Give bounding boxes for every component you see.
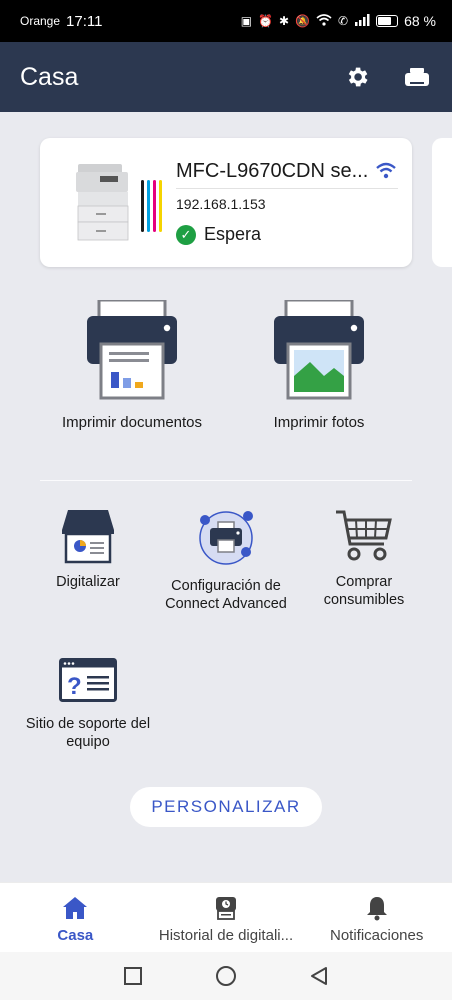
device-card[interactable]: MFC-L9670CDN se... 192.168.1.153 ✓ Esper…: [40, 138, 412, 267]
page-title: Casa: [20, 62, 79, 91]
support-site-button[interactable]: ? Sitio de soporte del equipo: [18, 658, 158, 751]
nav-item-notifications[interactable]: Notificaciones: [301, 883, 452, 952]
status-icons: ▣ ⏰ ✱ 🔕 ✆ 68 %: [241, 13, 436, 29]
support-site-icon: ?: [59, 658, 117, 702]
device-status-text: Espera: [204, 224, 262, 244]
recent-apps-icon[interactable]: [123, 966, 143, 986]
print-photos-label: Imprimir fotos: [273, 414, 365, 431]
gear-icon[interactable]: [342, 62, 372, 92]
alarm-icon: ⏰: [258, 14, 273, 28]
nav-item-home[interactable]: Casa: [0, 883, 151, 952]
battery-icon: [376, 15, 399, 27]
wifi-icon: [376, 162, 396, 179]
print-documents-label: Imprimir documentos: [61, 414, 203, 431]
signal-icon: [354, 13, 370, 29]
buy-supplies-button[interactable]: Comprar consumibles: [305, 508, 423, 609]
print-photos-icon: [274, 300, 364, 400]
nav-label-notifications: Notificaciones: [329, 927, 424, 944]
device-status: ✓ Espera: [176, 224, 261, 245]
nav-item-scan-history[interactable]: Historial de digitali...: [151, 883, 302, 952]
call-icon: ✆: [338, 14, 349, 28]
svg-text:?: ?: [67, 673, 82, 700]
print-documents-icon: [87, 300, 177, 400]
nfc-icon: ▣: [240, 14, 253, 28]
status-bar: Orange 17:11 ▣ ⏰ ✱ 🔕 ✆ 68 %: [0, 0, 452, 42]
connect-advanced-label: Configuración de Connect Advanced: [165, 578, 287, 612]
nav-label-home: Casa: [57, 927, 94, 944]
check-icon: ✓: [176, 224, 196, 245]
scan-icon: [62, 510, 114, 564]
ink-yellow: [159, 180, 162, 232]
connect-advanced-icon: [199, 511, 253, 565]
scan-button[interactable]: Digitalizar: [29, 508, 147, 592]
printer-icon[interactable]: [402, 62, 432, 92]
carrier-label: Orange: [20, 14, 61, 28]
device-ip: 192.168.1.153: [176, 196, 266, 212]
system-nav-bar: [0, 952, 452, 1000]
card-divider: [176, 188, 398, 189]
printer-image: [76, 164, 129, 241]
bluetooth-icon: ✱: [279, 14, 290, 28]
ink-magenta: [153, 180, 156, 232]
nav-label-scan-history: Historial de digitali...: [158, 927, 294, 944]
wifi-status-icon: [316, 13, 332, 29]
bottom-nav: Casa Historial de digitali... Notificaci…: [0, 882, 452, 952]
ink-cyan: [147, 180, 150, 232]
bell-icon: [366, 897, 387, 921]
ink-black: [141, 180, 144, 232]
device-name: MFC-L9670CDN se...: [176, 160, 369, 182]
home-circle-icon[interactable]: [215, 965, 237, 987]
silent-icon: 🔕: [295, 14, 311, 28]
back-icon[interactable]: [309, 966, 329, 986]
next-device-card[interactable]: [432, 138, 452, 267]
support-site-label: Sitio de soporte del equipo: [25, 716, 151, 750]
app-bar: Casa: [0, 42, 452, 112]
clock: 17:11: [66, 12, 103, 30]
shopping-cart-icon: [336, 510, 392, 561]
section-divider: [40, 480, 412, 481]
scan-label: Digitalizar: [56, 574, 120, 590]
scan-history-icon: [216, 897, 236, 920]
buy-supplies-label: Comprar consumibles: [323, 574, 405, 608]
print-photos-button[interactable]: Imprimir fotos: [229, 300, 409, 431]
personalize-button[interactable]: PERSONALIZAR: [130, 787, 322, 827]
home-icon: [63, 897, 88, 919]
print-documents-button[interactable]: Imprimir documentos: [42, 300, 222, 431]
ink-levels: [141, 180, 169, 232]
battery-percent: 68 %: [404, 13, 436, 29]
connect-advanced-button[interactable]: Configuración de Connect Advanced: [160, 508, 292, 613]
